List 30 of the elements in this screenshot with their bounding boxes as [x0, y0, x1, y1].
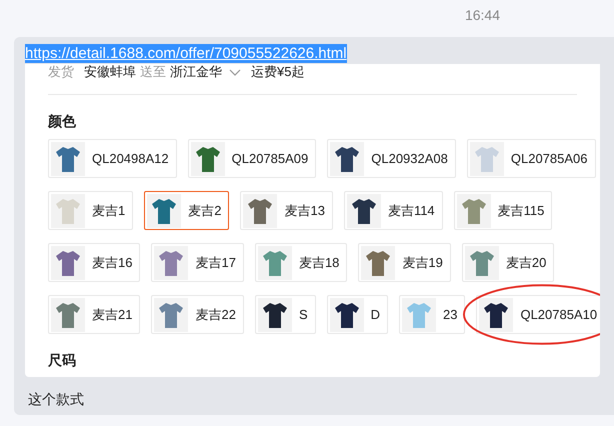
- color-option[interactable]: 麦吉18: [254, 243, 348, 282]
- color-option[interactable]: 麦吉16: [48, 243, 140, 282]
- message-time: 16:44: [464, 6, 501, 25]
- color-option[interactable]: QL20932A08: [327, 139, 456, 178]
- section-heading: 颜色: [48, 112, 77, 131]
- destination-dropdown[interactable]: 浙江金华: [170, 64, 241, 80]
- color-option[interactable]: 麦吉115: [454, 191, 552, 230]
- color-option[interactable]: 麦吉114: [344, 191, 443, 230]
- color-option[interactable]: 麦吉2: [144, 191, 230, 230]
- color-option[interactable]: 23: [399, 295, 466, 334]
- shipping-label: 发货: [48, 64, 74, 80]
- chevron-down-icon: [229, 69, 241, 77]
- destination-label: 送至: [140, 64, 166, 80]
- color-option[interactable]: 麦吉1: [48, 191, 134, 230]
- color-option[interactable]: 麦吉19: [358, 243, 451, 282]
- message-text: 这个款式: [27, 390, 85, 409]
- color-option[interactable]: S: [254, 295, 316, 334]
- color-option[interactable]: QL20785A09: [188, 139, 316, 178]
- color-option[interactable]: QL20785A06: [466, 139, 596, 178]
- color-option[interactable]: 麦吉22: [151, 295, 244, 334]
- shipping-fee: 运费¥5起: [251, 64, 304, 80]
- color-option[interactable]: 麦吉17: [151, 243, 244, 282]
- color-option[interactable]: 麦吉20: [462, 243, 554, 282]
- color-option[interactable]: D: [326, 295, 388, 334]
- color-option[interactable]: 麦吉21: [48, 295, 140, 334]
- color-option[interactable]: 麦吉13: [240, 191, 333, 230]
- color-option[interactable]: QL20498A12: [48, 139, 177, 178]
- section-heading: 尺码: [48, 351, 77, 370]
- color-option[interactable]: QL20785A10: [476, 295, 600, 334]
- origin-text: 安徽蚌埠: [84, 64, 136, 80]
